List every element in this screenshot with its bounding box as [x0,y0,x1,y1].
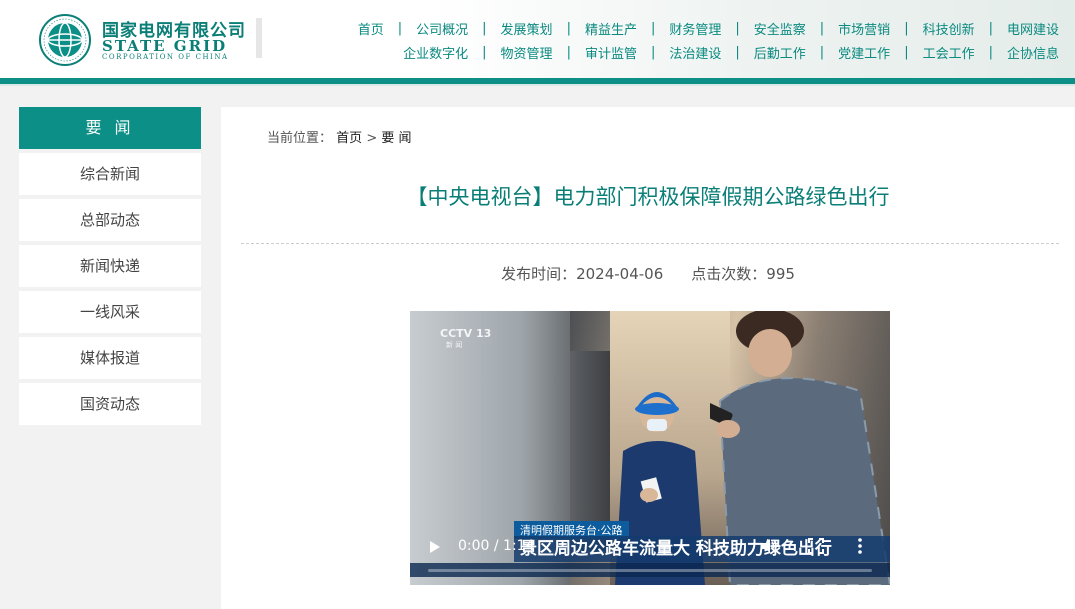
main-nav-row-2: 企业数字化 | 物资管理 | 审计监管 | 法治建设 | 后勤工作 | 党建工作… [403,43,1059,62]
publish-label: 发布时间： [501,265,577,283]
nav-separator: | [566,21,571,36]
nav-separator: | [988,45,993,60]
video-time: 0:00 / 1:14 [458,538,535,554]
nav-item-development-planning[interactable]: 发展策划 [501,19,553,38]
nav-item-union[interactable]: 工会工作 [923,43,975,62]
sidebar-heading[interactable]: 要 闻 [19,107,201,149]
click-count: 点击次数：995 [691,265,795,283]
video-progress-bar[interactable] [428,569,872,572]
nav-separator: | [650,45,656,60]
sidebar-item-sasac-news[interactable]: 国资动态 [19,383,201,425]
fullscreen-icon[interactable] [808,538,824,554]
header-accent-line [0,84,1075,86]
nav-item-audit[interactable]: 审计监管 [585,43,637,62]
video-player[interactable]: CCTV 13 新 闻 清明假期服务台·公路 景区周边公路车流量大 科技助力绿色出… [410,311,890,585]
sidebar-item-headquarters[interactable]: 总部动态 [19,199,201,241]
clicks-label: 点击次数： [691,265,767,283]
title-divider [241,243,1059,244]
breadcrumb-current-link[interactable]: 要 闻 [381,131,411,146]
sidebar-item-general-news[interactable]: 综合新闻 [19,153,201,195]
nav-separator: | [904,21,909,36]
nav-item-logistics[interactable]: 后勤工作 [754,43,806,62]
site-header: 国家电网有限公司 STATE GRID CORPORATION OF CHINA… [0,0,1075,78]
nav-separator: | [819,21,825,36]
logo-divider [256,18,262,58]
nav-item-materials[interactable]: 物资管理 [501,43,553,62]
breadcrumb-prefix: 当前位置： [267,131,333,146]
sidebar: 要 闻 综合新闻 总部动态 新闻快递 一线风采 媒体报道 国资动态 [19,107,201,425]
nav-item-lean-production[interactable]: 精益生产 [585,19,637,38]
sidebar-item-media-reports[interactable]: 媒体报道 [19,337,201,379]
nav-separator: | [397,21,403,36]
nav-item-innovation[interactable]: 科技创新 [923,19,975,38]
nav-separator: | [735,45,740,60]
logo-english-subtitle: CORPORATION OF CHINA [102,53,229,61]
nav-item-enterprise-association[interactable]: 企协信息 [1007,43,1059,62]
nav-item-grid-construction[interactable]: 电网建设 [1007,19,1059,38]
article-title: 【中央电视台】电力部门积极保障假期公路绿色出行 [406,185,890,209]
nav-separator: | [566,45,571,60]
sidebar-item-frontline[interactable]: 一线风采 [19,291,201,333]
channel-logo: CCTV 13 新 闻 [440,327,491,350]
nav-separator: | [988,21,993,36]
channel-logo-text: CCTV 13 [440,327,492,340]
article-meta: 发布时间：2024-04-06 点击次数：995 [221,263,1075,284]
nav-item-marketing[interactable]: 市场营销 [838,19,890,38]
main-nav-row-1: 首页 | 公司概况 | 发展策划 | 精益生产 | 财务管理 | 安全监察 | … [358,19,1059,38]
sidebar-item-news-express[interactable]: 新闻快递 [19,245,201,287]
nav-item-home[interactable]: 首页 [358,19,384,38]
nav-separator: | [735,21,740,36]
nav-item-company-overview[interactable]: 公司概况 [416,19,468,38]
channel-logo-sub: 新 闻 [446,341,463,349]
play-icon[interactable] [428,540,442,554]
publish-date-value: 2024-04-06 [576,265,664,283]
article-panel: 当前位置： 首页 > 要 闻 【中央电视台】电力部门积极保障假期公路绿色出行 发… [221,107,1075,609]
nav-item-party-building[interactable]: 党建工作 [838,43,890,62]
video-controls: 0:00 / 1:14 [410,521,890,572]
more-icon[interactable] [856,537,864,555]
nav-separator: | [482,21,487,36]
state-grid-logo-icon[interactable] [38,13,92,67]
breadcrumb-separator: > [366,131,378,146]
nav-separator: | [482,45,487,60]
volume-icon[interactable] [760,537,778,555]
nav-item-digitalization[interactable]: 企业数字化 [403,43,468,62]
nav-separator: | [819,45,825,60]
breadcrumb-home-link[interactable]: 首页 [336,131,362,146]
clicks-value: 995 [766,265,795,283]
nav-item-legal[interactable]: 法治建设 [669,43,721,62]
nav-item-finance[interactable]: 财务管理 [669,19,721,38]
breadcrumb: 当前位置： 首页 > 要 闻 [267,127,412,146]
publish-date: 发布时间：2024-04-06 [501,265,663,283]
nav-separator: | [650,21,656,36]
nav-separator: | [904,45,909,60]
nav-item-safety[interactable]: 安全监察 [754,19,806,38]
